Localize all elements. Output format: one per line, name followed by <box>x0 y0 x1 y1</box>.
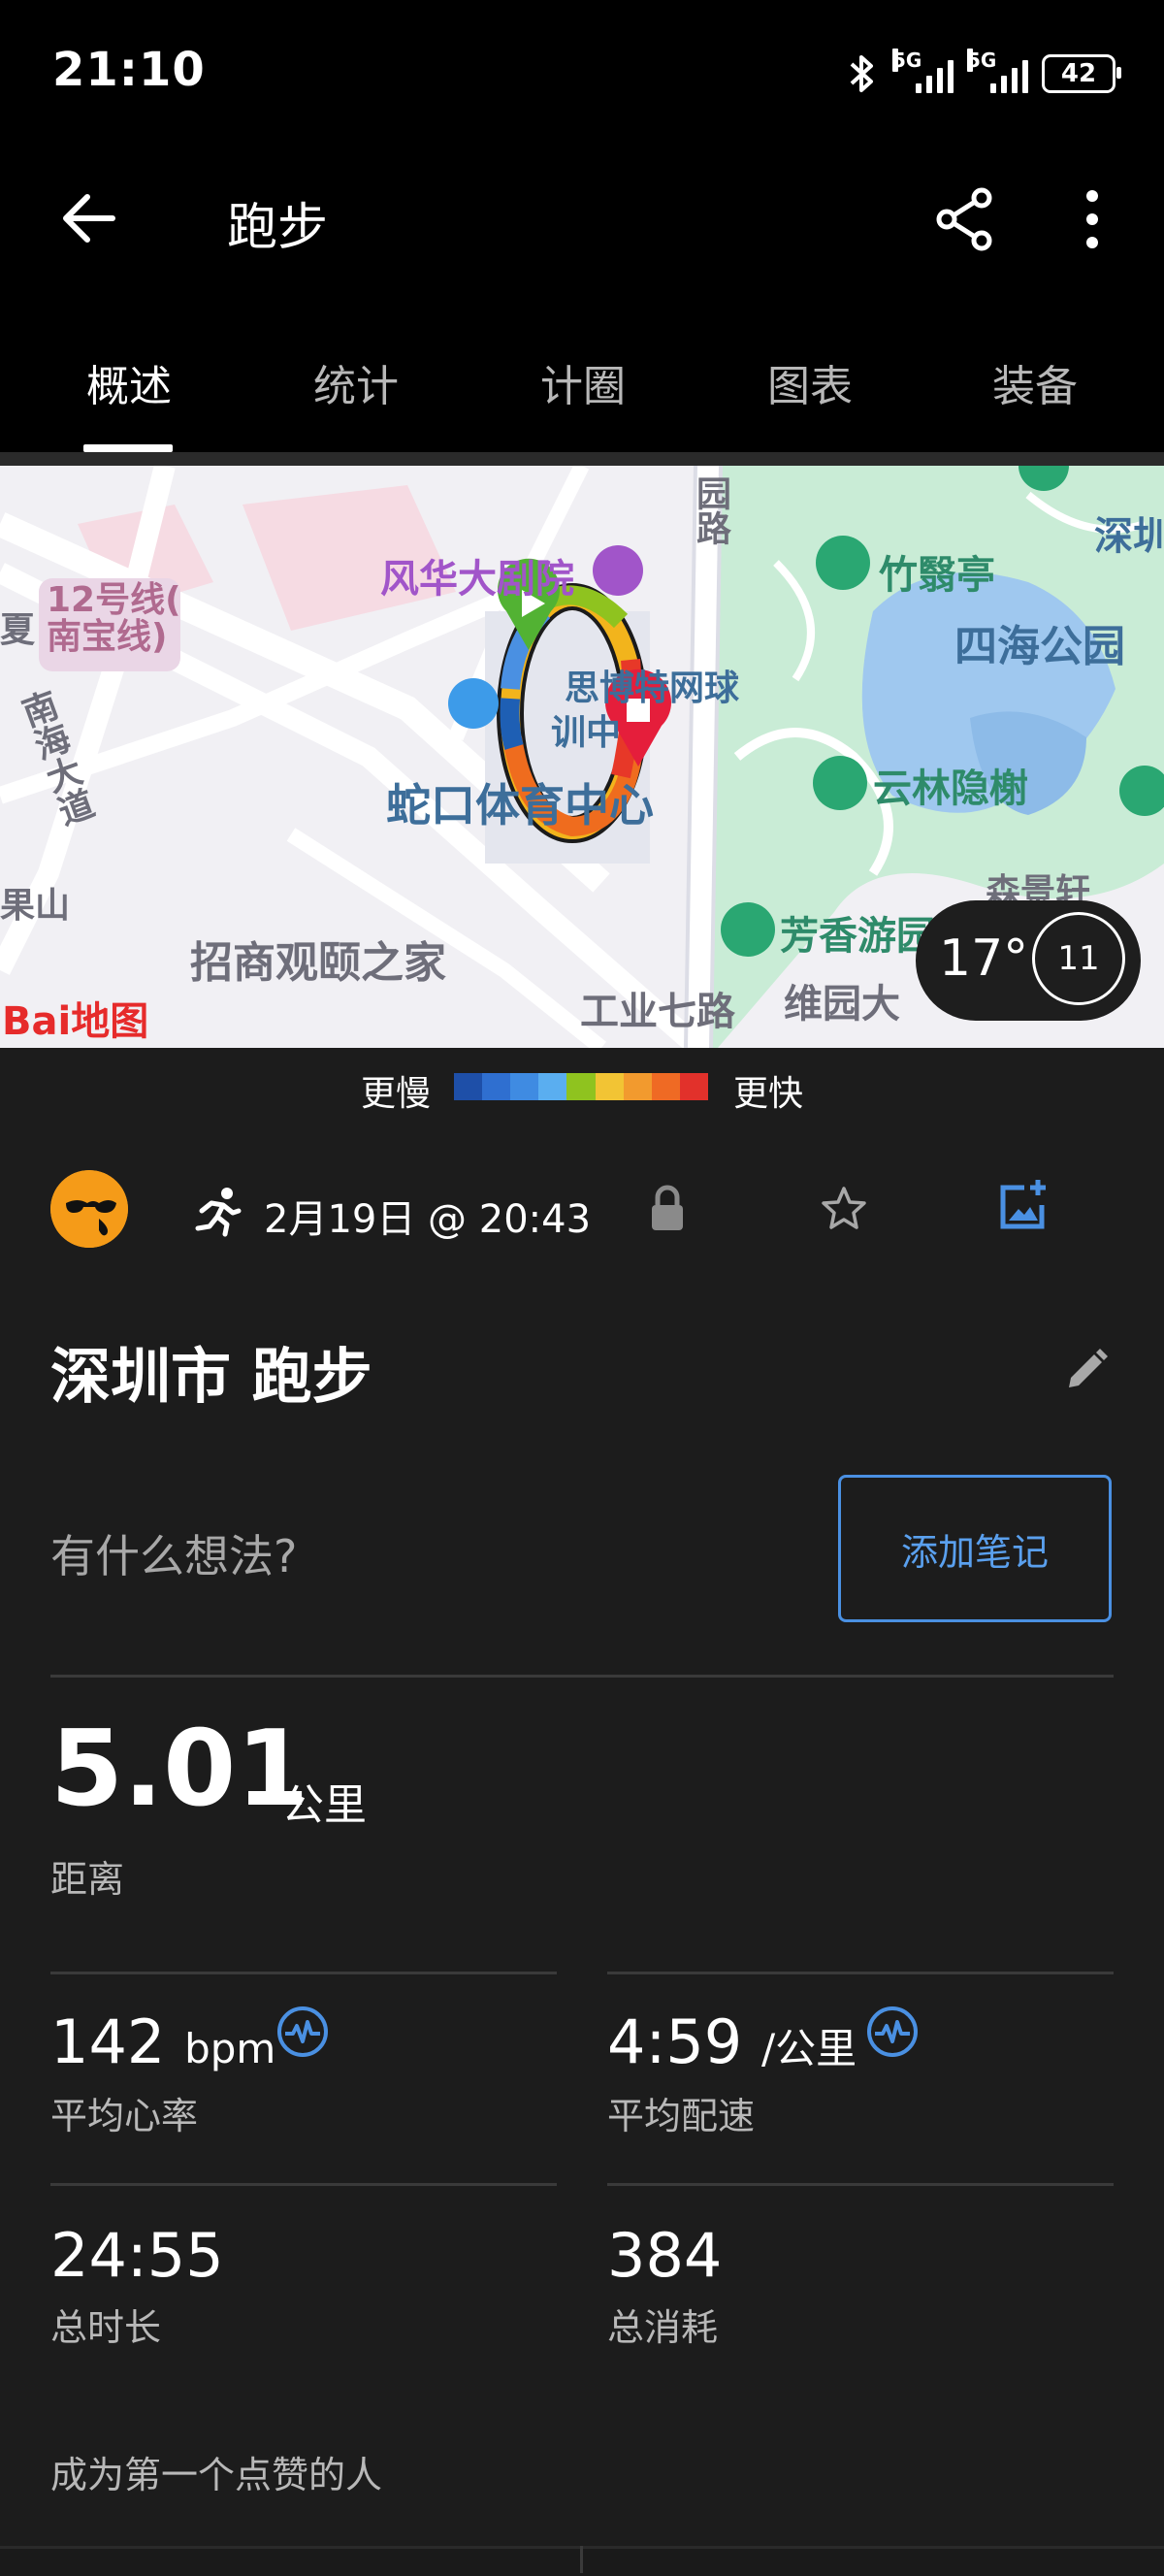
distance-label: 距离 <box>50 1858 125 1901</box>
legend-color-swatch <box>482 1073 511 1100</box>
map-label: 思博特网球 <box>565 668 740 708</box>
app-bar: 跑步 <box>0 146 1164 291</box>
tab-bar: 概述 统计 计圈 图表 装备 <box>0 291 1164 454</box>
pace-value: 4:59 <box>607 2006 743 2077</box>
divider <box>50 1675 1114 1678</box>
duration-value: 24:55 <box>50 2220 224 2291</box>
map-label: 四海公园 <box>954 622 1125 671</box>
avatar[interactable] <box>50 1170 128 1248</box>
status-time: 21:10 <box>52 43 206 97</box>
bluetooth-icon <box>850 55 873 92</box>
weather-temperature: 17° <box>939 929 1029 988</box>
map-label: 招商观颐之家 <box>190 938 446 988</box>
map-label: 云林隐榭 <box>873 766 1028 811</box>
legend-faster-label: 更快 <box>733 1074 804 1114</box>
divider <box>50 1972 557 1974</box>
tab-charts[interactable]: 图表 <box>696 351 923 413</box>
legend-slower-label: 更慢 <box>361 1074 432 1114</box>
edit-pencil-icon[interactable] <box>1063 1347 1110 1393</box>
legend-color-swatch <box>538 1073 567 1100</box>
baidu-map-logo: Bai地图 <box>2 999 149 1044</box>
running-icon <box>195 1188 242 1237</box>
add-photo-icon[interactable] <box>995 1178 1051 1234</box>
divider <box>607 1972 1114 1974</box>
divider <box>0 452 1164 466</box>
pace-stat: 4:59 /公里 <box>607 2012 857 2072</box>
map-label: 蛇口体育中心 <box>386 779 654 831</box>
weather-clock-value: 11 <box>1057 939 1100 978</box>
avatar-icon <box>50 1170 128 1248</box>
note-prompt[interactable]: 有什么想法? <box>50 1521 297 1585</box>
map-label: 园路 <box>691 475 730 545</box>
tab-overview[interactable]: 概述 <box>16 351 242 413</box>
map-label: 夏 <box>0 610 36 650</box>
like-prompt[interactable]: 成为第一个点赞的人 <box>50 2445 382 2498</box>
heart-rate-value: 142 <box>50 2006 166 2077</box>
tab-stats[interactable]: 统计 <box>242 351 469 413</box>
map-label: 训中 <box>551 713 622 753</box>
divider <box>580 2546 583 2573</box>
pace-unit: /公里 <box>760 2025 857 2072</box>
weather-widget[interactable]: 17° 11 <box>916 900 1141 1021</box>
activity-title: 深圳市 跑步 <box>50 1341 372 1412</box>
map-label: 竹翳亭 <box>879 553 995 598</box>
legend-color-swatch <box>679 1073 708 1100</box>
pace-chart-icon[interactable] <box>865 2005 920 2059</box>
battery-icon: 42 <box>1042 54 1121 93</box>
tab-indicator <box>83 444 173 452</box>
map-label: 深圳 <box>1094 514 1164 559</box>
status-icons: 5G 5G 42 <box>846 45 1121 103</box>
legend-color-swatch <box>651 1073 680 1100</box>
activity-date: 2月19日 @ 20:43 <box>264 1197 592 1242</box>
legend-color-swatch <box>510 1073 539 1100</box>
calories-value: 384 <box>607 2220 723 2291</box>
map-label: 芳香游园 <box>780 914 935 959</box>
status-bar: 21:10 5G 5G 42 <box>0 0 1164 146</box>
map-label: 风华大剧院 <box>380 557 574 602</box>
back-arrow-icon[interactable] <box>54 179 132 257</box>
legend-color-swatch <box>454 1073 483 1100</box>
calories-label: 总消耗 <box>607 2306 719 2349</box>
legend-color-bar <box>454 1073 708 1100</box>
map-label: 维园大 <box>784 982 900 1027</box>
heart-rate-stat: 142 bpm <box>50 2012 275 2072</box>
legend-color-swatch <box>595 1073 624 1100</box>
heart-rate-label: 平均心率 <box>50 2095 199 2137</box>
star-icon[interactable] <box>819 1184 869 1234</box>
distance-unit: 公里 <box>281 1780 367 1830</box>
tab-gear[interactable]: 装备 <box>922 351 1148 413</box>
lock-icon[interactable] <box>644 1184 691 1234</box>
divider <box>50 2183 557 2186</box>
clock-icon: 11 <box>1032 912 1125 1005</box>
map-label: 果山 <box>0 886 71 926</box>
page-title: 跑步 <box>227 199 329 257</box>
pace-legend: 更慢 更快 <box>0 1048 1164 1125</box>
heart-rate-unit: bpm <box>184 2025 276 2072</box>
map-label: 12号线( 南宝线) <box>47 580 181 657</box>
heart-rate-chart-icon[interactable] <box>275 2005 330 2059</box>
map-label: 工业七路 <box>580 990 735 1034</box>
signal-icon: 5G <box>892 49 954 93</box>
legend-color-swatch <box>623 1073 652 1100</box>
route-map[interactable]: 风华大剧院 12号线( 南宝线) 竹翳亭 四海公园 思博特网球 训中 蛇口体育中… <box>0 466 1164 1048</box>
add-note-button[interactable]: 添加笔记 <box>838 1475 1112 1622</box>
pace-label: 平均配速 <box>607 2095 756 2137</box>
divider <box>607 2183 1114 2186</box>
signal-icon: 5G <box>967 49 1028 93</box>
share-icon[interactable] <box>925 180 1003 258</box>
more-vert-icon[interactable] <box>1053 180 1131 258</box>
duration-label: 总时长 <box>50 2306 162 2349</box>
legend-color-swatch <box>566 1073 596 1100</box>
distance-value: 5.01 <box>50 1709 309 1830</box>
tab-laps[interactable]: 计圈 <box>469 351 696 413</box>
